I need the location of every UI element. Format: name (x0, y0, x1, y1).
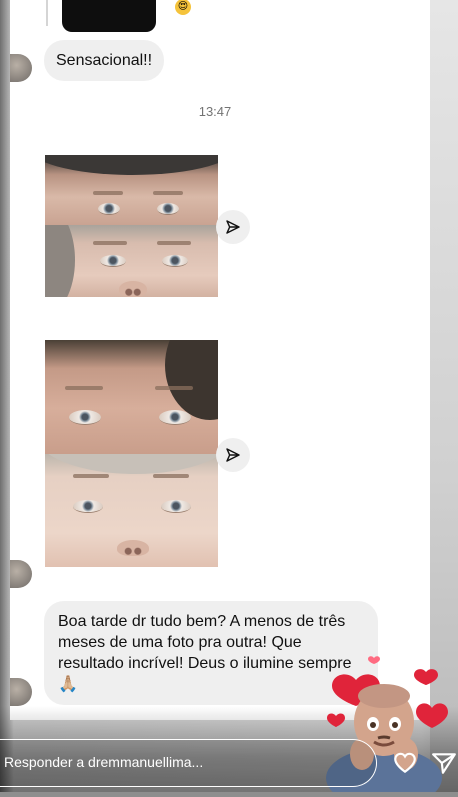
eye (157, 203, 179, 215)
hair (165, 340, 218, 420)
thread-line (46, 0, 48, 26)
nose (117, 540, 149, 556)
send-button[interactable] (431, 750, 457, 776)
nose (119, 281, 147, 297)
heart-eyes-emoji-icon: 😍 (175, 0, 191, 15)
hair (45, 225, 75, 297)
chat-screenshot: 😍 Sensacional!! 13:47 Boa tarde dr tudo … (10, 0, 430, 720)
paper-plane-icon (432, 753, 456, 774)
eye (162, 255, 188, 267)
reply-input[interactable]: Responder a dremmanuellima... (0, 739, 377, 787)
reply-placeholder: Responder a dremmanuellima... (4, 754, 204, 770)
photo-panel-before (45, 155, 218, 225)
sender-avatar (10, 54, 32, 82)
photo-panel-before (45, 340, 218, 454)
photo-panel-after (45, 454, 218, 567)
paper-plane-icon (226, 448, 240, 462)
message-text: Boa tarde dr tudo bem? A menos de três m… (58, 613, 352, 693)
eye (98, 203, 120, 215)
eye (100, 255, 126, 267)
previous-media-thumbnail: 😍 (62, 0, 191, 32)
brow (93, 241, 127, 245)
brow (157, 241, 191, 245)
brow (65, 386, 103, 390)
photo-panel-after (45, 225, 218, 297)
like-button[interactable] (392, 750, 418, 776)
brow (73, 474, 109, 478)
timestamp: 13:47 (198, 104, 232, 119)
paper-plane-icon (226, 220, 240, 234)
message-bubble: Sensacional!! (44, 40, 165, 81)
heart-outline-icon (394, 752, 416, 773)
sender-avatar (10, 678, 32, 706)
brow (155, 386, 193, 390)
eye (69, 410, 101, 425)
eye (161, 500, 191, 513)
eye (73, 500, 103, 513)
shared-photo[interactable] (45, 155, 218, 297)
hair (45, 155, 218, 175)
eye (159, 410, 191, 425)
brow (153, 191, 183, 195)
message-text: Sensacional!! (56, 52, 153, 69)
hair (45, 454, 218, 474)
brow (93, 191, 123, 195)
share-button[interactable] (216, 210, 250, 244)
sender-avatar (10, 560, 32, 588)
share-button[interactable] (216, 438, 250, 472)
brow (153, 474, 189, 478)
shared-photo[interactable] (45, 340, 218, 567)
